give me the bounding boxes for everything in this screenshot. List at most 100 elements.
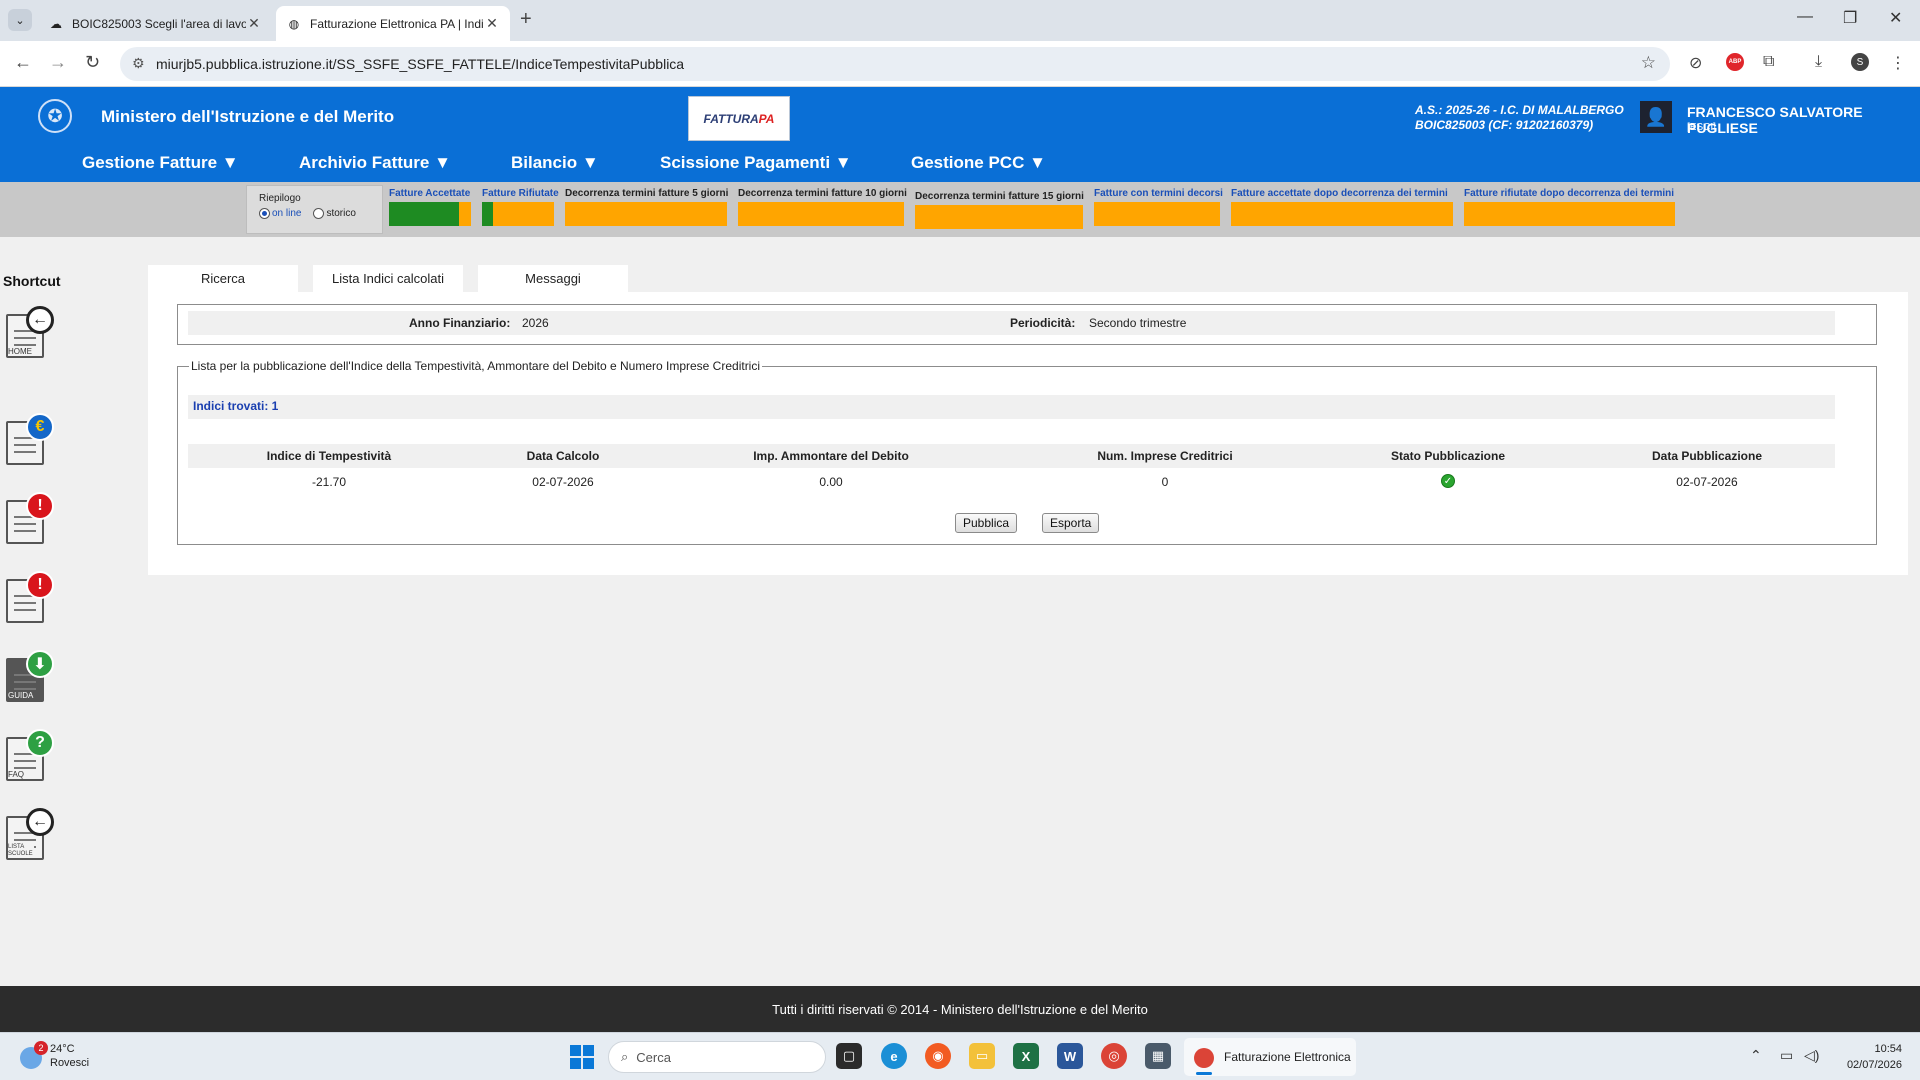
radio-button[interactable]: [259, 208, 270, 219]
nav-archivio-fatture[interactable]: Archivio Fatture ▼: [299, 153, 451, 173]
start-button-icon[interactable]: [570, 1045, 594, 1069]
edge-icon[interactable]: e: [881, 1043, 907, 1069]
shortcut-guida[interactable]: ⬇ GUIDA: [6, 650, 56, 704]
col-num-imprese: Num. Imprese Creditrici: [1097, 449, 1233, 463]
pubblica-button[interactable]: Pubblica: [955, 513, 1018, 533]
results-count: Indici trovati: 1: [188, 395, 1835, 419]
esporta-button[interactable]: Esporta: [1042, 513, 1100, 533]
reload-icon[interactable]: ↻: [85, 52, 100, 73]
nav-gestione-fatture[interactable]: Gestione Fatture ▼: [82, 153, 239, 173]
periodicita-label: Periodicità:: [1010, 316, 1076, 330]
kpi-termini-decorsi[interactable]: Fatture con termini decorsi: [1094, 188, 1223, 226]
system-clock[interactable]: 10:54 02/07/2026: [1830, 1041, 1902, 1073]
file-explorer-icon[interactable]: ▭: [969, 1043, 995, 1069]
chrome-icon: [1194, 1048, 1214, 1068]
col-data-pubblicazione: Data Pubblicazione: [1651, 449, 1763, 463]
tab-lista-indici[interactable]: Lista Indici calcolati: [313, 265, 463, 292]
adblock-icon[interactable]: ABP: [1726, 53, 1744, 71]
cell-stato: ✓: [1318, 473, 1578, 488]
taskbar-search[interactable]: ⌕ Cerca: [608, 1041, 826, 1073]
arrow-left-icon: ←: [26, 808, 54, 836]
cell-num-imprese: 0: [1161, 475, 1169, 489]
new-tab-button[interactable]: +: [520, 8, 532, 31]
kpi-accettate-dopo-decorrenza[interactable]: Fatture accettate dopo decorrenza dei te…: [1231, 188, 1453, 226]
volume-icon[interactable]: ◁): [1804, 1047, 1819, 1064]
taskbar-active-app[interactable]: Fatturazione Elettronica: [1184, 1038, 1356, 1076]
close-window-icon[interactable]: ✕: [1889, 8, 1902, 28]
site-info-icon[interactable]: ⚙: [132, 55, 145, 72]
weather-desc: Rovesci: [50, 1057, 90, 1069]
kpi-decorrenza-5[interactable]: Decorrenza termini fatture 5 giorni: [565, 188, 729, 226]
nav-bilancio[interactable]: Bilancio ▼: [511, 153, 599, 173]
network-icon[interactable]: ▭: [1780, 1047, 1793, 1064]
word-icon[interactable]: W: [1057, 1043, 1083, 1069]
weather-widget[interactable]: 2: [18, 1041, 52, 1071]
nav-gestione-pcc[interactable]: Gestione PCC ▼: [911, 153, 1046, 173]
search-placeholder: Cerca: [636, 1049, 671, 1065]
kpi-label: Decorrenza termini fatture 10 giorni: [738, 188, 907, 199]
chrome-icon[interactable]: ◎: [1101, 1043, 1127, 1069]
kpi-bar-fill: [482, 202, 493, 226]
radio-online[interactable]: on line: [259, 208, 301, 219]
kpi-label: Fatture con termini decorsi: [1094, 188, 1223, 199]
shortcut-euro[interactable]: €: [6, 413, 56, 467]
browser-tab-workspace[interactable]: ☁ BOIC825003 Scegli l'area di lavoro ✕: [38, 6, 272, 41]
restore-icon[interactable]: ❐: [1843, 8, 1857, 28]
browser-tab-bar: ⌄ ☁ BOIC825003 Scegli l'area di lavoro ✕…: [0, 0, 1920, 41]
kpi-fatture-accettate[interactable]: Fatture Accettate: [389, 188, 471, 226]
close-tab-icon[interactable]: ✕: [246, 15, 262, 32]
republic-emblem-icon: ✪: [38, 99, 72, 133]
shortcut-caption: LISTA SCUOLE: [8, 844, 34, 858]
forward-icon[interactable]: →: [49, 52, 67, 73]
firefox-icon[interactable]: ◉: [925, 1043, 951, 1069]
address-toolbar: ← → ↻ ⚙ miurjb5.pubblica.istruzione.it/S…: [0, 41, 1920, 87]
eye-off-icon[interactable]: ⊘: [1689, 53, 1702, 73]
footer-text: Tutti i diritti riservati © 2014 - Minis…: [772, 1001, 1148, 1017]
task-view-icon[interactable]: ▢: [836, 1043, 862, 1069]
menu-dots-icon[interactable]: ⋮: [1890, 53, 1906, 73]
extensions-icon[interactable]: ⧉: [1763, 53, 1774, 71]
browser-tab-fatturazione[interactable]: ◍ Fatturazione Elettronica PA | Indice ✕: [276, 6, 510, 41]
excel-icon[interactable]: X: [1013, 1043, 1039, 1069]
shortcut-alert-1[interactable]: !: [6, 492, 56, 546]
url-bar[interactable]: ⚙ miurjb5.pubblica.istruzione.it/SS_SSFE…: [120, 47, 1670, 81]
fattura-pa-logo: FATTURA PA: [688, 96, 790, 141]
search-icon: ⌕: [621, 1049, 629, 1064]
profile-avatar[interactable]: S: [1851, 53, 1869, 71]
kpi-label: Fatture Rifiutate: [482, 188, 559, 199]
nav-scissione-pagamenti[interactable]: Scissione Pagamenti ▼: [660, 153, 852, 173]
kpi-fatture-rifiutate[interactable]: Fatture Rifiutate: [482, 188, 559, 226]
download-icon[interactable]: ⤓: [1815, 53, 1822, 71]
tab-messaggi[interactable]: Messaggi: [478, 265, 628, 292]
tab-title: Fatturazione Elettronica PA | Indice: [310, 16, 484, 31]
weather-text[interactable]: 24°C Rovesci: [50, 1042, 89, 1070]
kpi-label: Decorrenza termini fatture 5 giorni: [565, 188, 729, 199]
tab-ricerca[interactable]: Ricerca: [148, 265, 298, 292]
shortcut-alert-2[interactable]: !: [6, 571, 56, 625]
radio-button[interactable]: [313, 208, 325, 219]
shortcut-lista-scuole[interactable]: ← LISTA SCUOLE: [6, 808, 56, 862]
shortcut-home[interactable]: ← HOME: [6, 306, 56, 360]
profile-initial: S: [1856, 56, 1864, 68]
shortcut-faq[interactable]: ? FAQ: [6, 729, 56, 783]
clock-date: 02/07/2026: [1846, 1059, 1902, 1071]
radio-storico[interactable]: storico: [313, 208, 356, 219]
back-icon[interactable]: ←: [14, 52, 32, 73]
user-avatar-icon: 👤: [1640, 101, 1672, 133]
bookmark-star-icon[interactable]: ☆: [1641, 53, 1656, 73]
minimize-icon[interactable]: —: [1797, 8, 1813, 26]
kpi-label: Decorrenza termini fatture 15 giorni: [915, 191, 1084, 202]
cell-data-pubblicazione: 02-07-2026: [1676, 475, 1738, 489]
kpi-bar: [1231, 202, 1453, 226]
chevron-up-icon[interactable]: ⌃: [1750, 1047, 1762, 1064]
col-importo: Imp. Ammontare del Debito: [753, 449, 909, 463]
kpi-decorrenza-15[interactable]: Decorrenza termini fatture 15 giorni: [915, 191, 1084, 229]
ministry-title: Ministero dell'Istruzione e del Merito: [101, 107, 395, 126]
riepilogo-box: Riepilogo on line storico: [246, 185, 383, 234]
tab-search-button[interactable]: ⌄: [8, 9, 32, 31]
close-tab-icon[interactable]: ✕: [484, 15, 500, 32]
kpi-decorrenza-10[interactable]: Decorrenza termini fatture 10 giorni: [738, 188, 907, 226]
calculator-icon[interactable]: ▦: [1145, 1043, 1171, 1069]
kpi-rifiutate-dopo-decorrenza[interactable]: Fatture rifiutate dopo decorrenza dei te…: [1464, 188, 1675, 226]
logout-link[interactable]: [ESCI]: [1687, 122, 1716, 133]
